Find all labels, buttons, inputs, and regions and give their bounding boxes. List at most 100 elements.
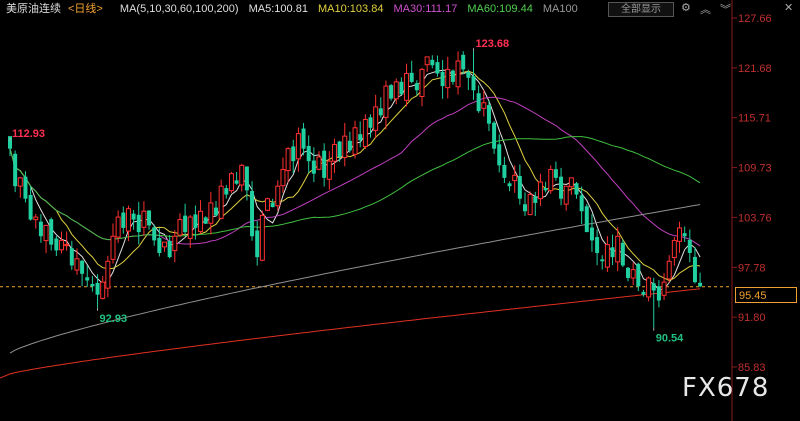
candle-body (265, 198, 270, 211)
candle-body (352, 127, 358, 155)
gear-icon[interactable]: ⚙ (681, 1, 691, 14)
candle-body (301, 128, 306, 149)
ma-params: MA(5,10,30,60,100,200) (119, 3, 239, 15)
candle-body (259, 214, 265, 261)
candle-body (234, 180, 239, 184)
candle-body (698, 282, 703, 287)
view-all-button[interactable]: 全部显示 (608, 2, 674, 17)
candle-body (414, 83, 419, 91)
candle-body (383, 85, 389, 118)
candle-body (687, 239, 692, 253)
candle-body (54, 238, 59, 251)
candle-body (203, 217, 208, 224)
candle-body (393, 81, 399, 100)
candle-body (584, 206, 589, 233)
candle-body (497, 144, 502, 166)
candle-body (183, 215, 188, 233)
candle-body (152, 227, 157, 241)
candle-body (419, 68, 425, 98)
candle-body (378, 108, 383, 116)
candle-body (486, 104, 491, 124)
candle-body (255, 230, 260, 258)
candle-body (95, 282, 100, 295)
candle-body (430, 59, 435, 66)
extreme-price-label: 90.54 (656, 333, 684, 345)
candle-body (651, 283, 656, 291)
candle-body (311, 160, 316, 174)
candle-body (492, 122, 497, 149)
candle-body (548, 169, 554, 192)
candle-body (131, 213, 136, 220)
candle-body (389, 85, 394, 99)
candle-body (49, 219, 54, 245)
candle-body (641, 291, 646, 295)
candle-body (125, 208, 131, 232)
candle-body (33, 216, 39, 221)
candle-body (280, 169, 286, 187)
candle-body (646, 277, 652, 298)
candle-body (342, 135, 348, 158)
candle-body (157, 237, 162, 253)
candle-body (337, 141, 342, 157)
candle-body (13, 153, 18, 187)
candle-body (615, 235, 621, 263)
price-annotations: 112.93 92.93 123.68 90.54 (9, 38, 684, 345)
close-icon[interactable]: ✕ (784, 1, 793, 14)
candle-body (208, 202, 214, 224)
candle-body (244, 166, 249, 191)
candle-body (537, 181, 543, 200)
candle-body (626, 267, 630, 278)
candle-body (239, 164, 245, 186)
candle-body (28, 194, 33, 220)
candle-body (90, 284, 95, 287)
last-price-label: 95.45 (735, 287, 797, 303)
candle-body (198, 210, 204, 233)
candle-body (105, 260, 111, 289)
candle-body (471, 76, 476, 91)
candle-body (322, 150, 327, 178)
candle-body (64, 244, 70, 247)
candle-body (306, 145, 311, 162)
candle-body (38, 221, 43, 237)
candle-body (630, 269, 636, 279)
candle-body (214, 207, 218, 216)
candlestick-chart: 112.9392.93123.6890.54 127.66121.68115.7… (0, 0, 772, 421)
candle-body (461, 54, 466, 70)
candle-body (172, 235, 178, 252)
ma100-line (9, 204, 701, 354)
candle-body (69, 248, 74, 266)
candle-body (368, 117, 373, 128)
candle-body (80, 260, 85, 274)
candle-body (435, 62, 440, 74)
y-tick-label: 109.73 (738, 163, 772, 175)
candle-body (507, 183, 512, 187)
candle-body (595, 237, 600, 253)
candle-body (512, 174, 518, 182)
candle-body (331, 143, 337, 162)
candle-body (450, 70, 455, 82)
candle-body (270, 202, 275, 208)
extreme-price-label: 123.68 (476, 38, 510, 50)
candle-body (677, 227, 682, 242)
candle-body (502, 164, 507, 178)
candle-body (476, 93, 481, 112)
candle-body (373, 106, 379, 131)
chevron-down-icon[interactable]: ︾ (720, 1, 731, 17)
ma10-value: MA10:103.84 (318, 3, 384, 15)
candle-body (167, 240, 172, 258)
indicator-header: 美原油连续 <日线> MA(5,10,30,60,100,200) MA5:100… (0, 0, 800, 18)
candle-body (316, 156, 322, 170)
candle-body (610, 247, 615, 258)
candle-body (358, 134, 363, 141)
ma30-value: MA30:111.17 (393, 3, 458, 15)
chevron-up-icon[interactable]: ︽ (700, 1, 711, 17)
candle-body (291, 146, 296, 162)
candle-body (600, 259, 605, 262)
candle-body (228, 173, 234, 192)
candle-body (481, 102, 487, 109)
candle-body (23, 176, 28, 199)
symbol-label[interactable]: 美原油连续 <日线> (6, 3, 110, 15)
candle-body (285, 148, 291, 172)
candle-body (455, 60, 461, 88)
candle-body (523, 204, 527, 212)
